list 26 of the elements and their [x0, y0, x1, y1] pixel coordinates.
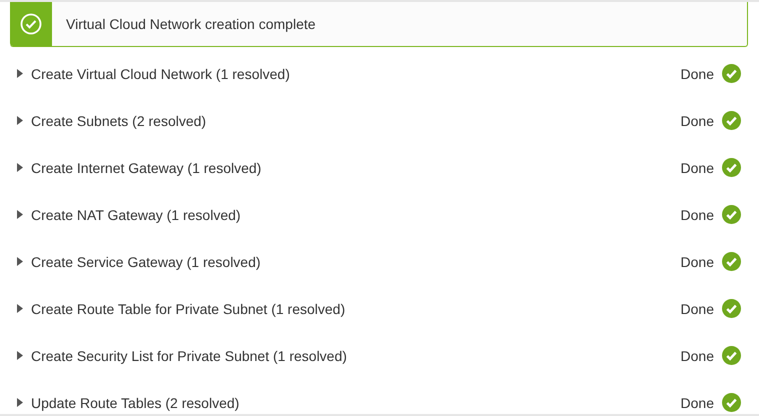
step-status: Done — [680, 112, 714, 128]
step-status: Done — [680, 394, 714, 410]
caret-icon[interactable] — [17, 398, 23, 407]
check-circle-icon — [20, 13, 42, 35]
step-status: Done — [680, 348, 714, 364]
step-label: Create Virtual Cloud Network (1 resolved) — [31, 66, 291, 82]
caret-icon[interactable] — [17, 69, 23, 78]
caret-icon[interactable] — [17, 304, 23, 313]
caret-icon[interactable] — [17, 210, 23, 219]
step-label: Create Internet Gateway (1 resolved) — [31, 160, 262, 176]
step-status: Done — [680, 254, 714, 270]
step-label: Update Route Tables (2 resolved) — [31, 394, 240, 410]
step-label: Create NAT Gateway (1 resolved) — [31, 206, 242, 222]
step-status: Done — [680, 206, 714, 222]
step-status: Done — [680, 160, 714, 176]
banner-message: Virtual Cloud Network creation complete — [66, 16, 316, 32]
step-label: Create Security List for Private Subnet (1 resolved) — [31, 348, 348, 364]
caret-icon[interactable] — [17, 257, 23, 266]
caret-icon[interactable] — [17, 163, 23, 172]
caret-icon[interactable] — [17, 351, 23, 360]
step-status: Done — [680, 66, 714, 82]
step-status: Done — [680, 300, 714, 316]
step-label: Create Subnets (2 resolved) — [31, 112, 208, 128]
step-label: Create Service Gateway (1 resolved) — [31, 254, 262, 270]
step-label: Create Route Table for Private Subnet (1 resolved) — [31, 300, 346, 316]
caret-icon[interactable] — [17, 116, 23, 125]
